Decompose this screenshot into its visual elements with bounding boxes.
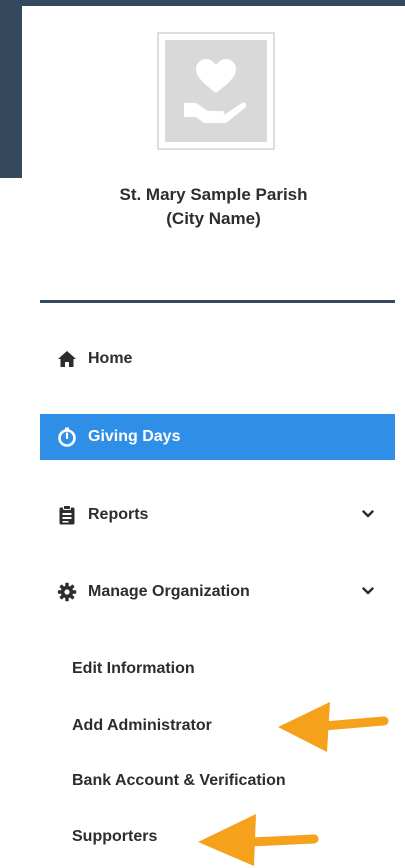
- sidebar-item-label: Giving Days: [88, 428, 181, 445]
- divider: [40, 300, 395, 303]
- annotation-arrow-icon: [278, 702, 389, 752]
- submenu-item-bank-account-verification[interactable]: Bank Account & Verification: [72, 772, 286, 790]
- organization-name-line1: St. Mary Sample Parish: [119, 185, 308, 204]
- organization-name-line2: (City Name): [166, 209, 261, 228]
- annotation-arrow-icon: [198, 814, 319, 866]
- sidebar-item-label: Reports: [88, 506, 149, 523]
- sidebar-item-label: Manage Organization: [88, 583, 250, 600]
- sidebar-item-home[interactable]: Home: [40, 336, 395, 382]
- heart-in-hand-icon: [184, 59, 247, 123]
- sidebar-item-label: Home: [88, 350, 133, 367]
- gear-icon: [56, 581, 78, 603]
- sidebar: St. Mary Sample Parish (City Name) Home …: [22, 6, 405, 868]
- sidebar-item-reports[interactable]: Reports: [40, 492, 395, 538]
- chevron-down-icon[interactable]: [361, 584, 375, 598]
- submenu-item-edit-information[interactable]: Edit Information: [72, 660, 195, 678]
- submenu-item-add-administrator[interactable]: Add Administrator: [72, 717, 212, 735]
- background-header-band: [0, 0, 22, 178]
- stopwatch-icon: [56, 426, 78, 448]
- submenu-item-supporters[interactable]: Supporters: [72, 828, 157, 846]
- sidebar-item-manage-organization[interactable]: Manage Organization: [40, 569, 395, 615]
- organization-logo: [157, 32, 275, 150]
- chevron-down-icon[interactable]: [361, 507, 375, 521]
- sidebar-item-giving-days[interactable]: Giving Days: [40, 414, 395, 460]
- clipboard-icon: [56, 504, 78, 526]
- home-icon: [56, 348, 78, 370]
